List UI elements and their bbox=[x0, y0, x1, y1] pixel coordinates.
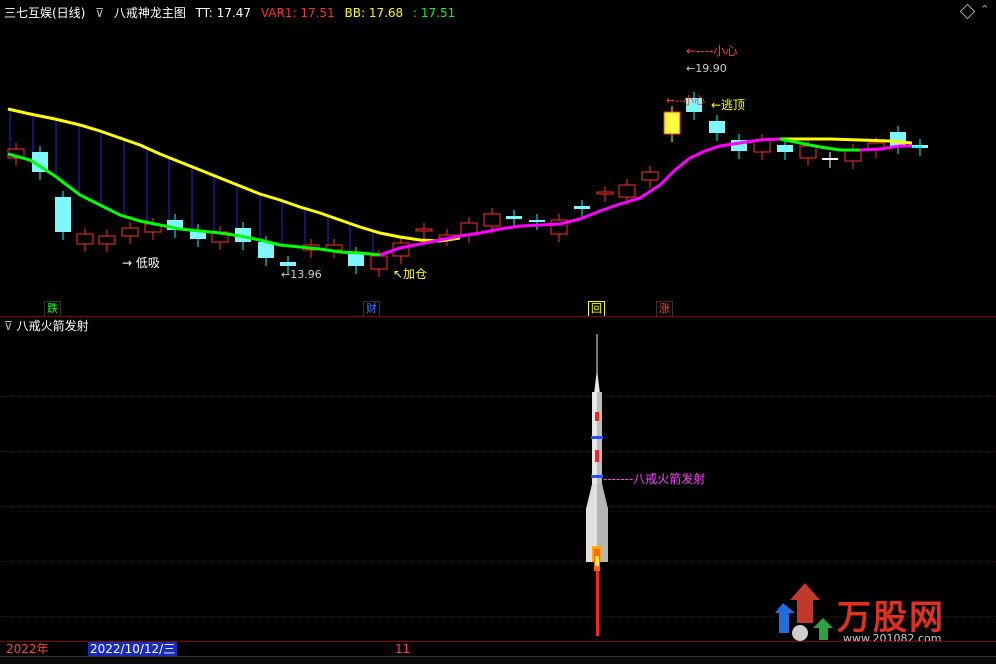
caution-top-annotation: ←----小心 bbox=[686, 44, 738, 58]
signal-tag-return: 回 bbox=[588, 301, 605, 317]
candle-body bbox=[529, 220, 545, 222]
signal-tag-wealth: 财 bbox=[363, 301, 380, 317]
grid-line bbox=[0, 396, 996, 397]
high-price-label: ←19.90 bbox=[686, 62, 727, 75]
pane-divider[interactable] bbox=[0, 316, 996, 317]
candle-body bbox=[618, 184, 636, 198]
escape-top-annotation: ←逃顶 bbox=[711, 98, 746, 112]
cursor-date-label: 2022/10/12/三 bbox=[88, 642, 178, 656]
bb-line bbox=[7, 107, 461, 243]
sub-chart-title[interactable]: 八戒火箭发射 bbox=[17, 319, 89, 333]
caution-mid-annotation: ←--小心 bbox=[666, 94, 706, 107]
month-tick-label: 11 bbox=[395, 642, 411, 656]
date-axis: 2022年 2022/10/12/三 11 bbox=[0, 642, 996, 656]
candle-body bbox=[121, 227, 139, 237]
watermark-logo: 万股网 www.201082.com bbox=[775, 578, 975, 648]
candle-body bbox=[55, 197, 71, 232]
candle-body bbox=[663, 111, 681, 135]
candle-body bbox=[574, 206, 590, 209]
grid-line bbox=[0, 451, 996, 452]
candle-body bbox=[483, 213, 501, 227]
chevron-down-icon[interactable]: ⊽ bbox=[4, 319, 13, 333]
signal-tag-down: 跌 bbox=[44, 301, 61, 317]
candle-body bbox=[370, 255, 388, 270]
arrows-logo-icon bbox=[775, 583, 833, 641]
main-price-chart[interactable] bbox=[0, 0, 996, 663]
candle-body bbox=[844, 149, 862, 162]
candle-body bbox=[777, 145, 793, 152]
candle-body bbox=[822, 158, 838, 160]
sub-chart-header: ⊽ 八戒火箭发射 bbox=[4, 318, 89, 334]
low-buy-annotation: → 低吸 bbox=[122, 256, 160, 270]
candle-body bbox=[596, 191, 614, 195]
add-position-annotation: ↖加仓 bbox=[393, 267, 428, 281]
candle-body bbox=[799, 145, 817, 159]
candle-body bbox=[280, 262, 296, 266]
signal-tag-rise: 涨 bbox=[656, 301, 673, 317]
candle-body bbox=[506, 216, 522, 219]
candle-body bbox=[709, 121, 725, 133]
candle-body bbox=[98, 235, 116, 245]
candle-body bbox=[415, 228, 433, 232]
candle-body bbox=[641, 171, 659, 181]
candle-body bbox=[348, 253, 364, 266]
grid-line bbox=[0, 506, 996, 507]
candle-body bbox=[890, 132, 906, 146]
grid-line bbox=[0, 561, 996, 562]
year-label: 2022年 bbox=[6, 642, 49, 656]
rocket-launch-label: -------八戒火箭发射 bbox=[603, 472, 706, 486]
candle-body bbox=[76, 233, 94, 245]
low-price-label: ←13.96 bbox=[281, 268, 322, 281]
